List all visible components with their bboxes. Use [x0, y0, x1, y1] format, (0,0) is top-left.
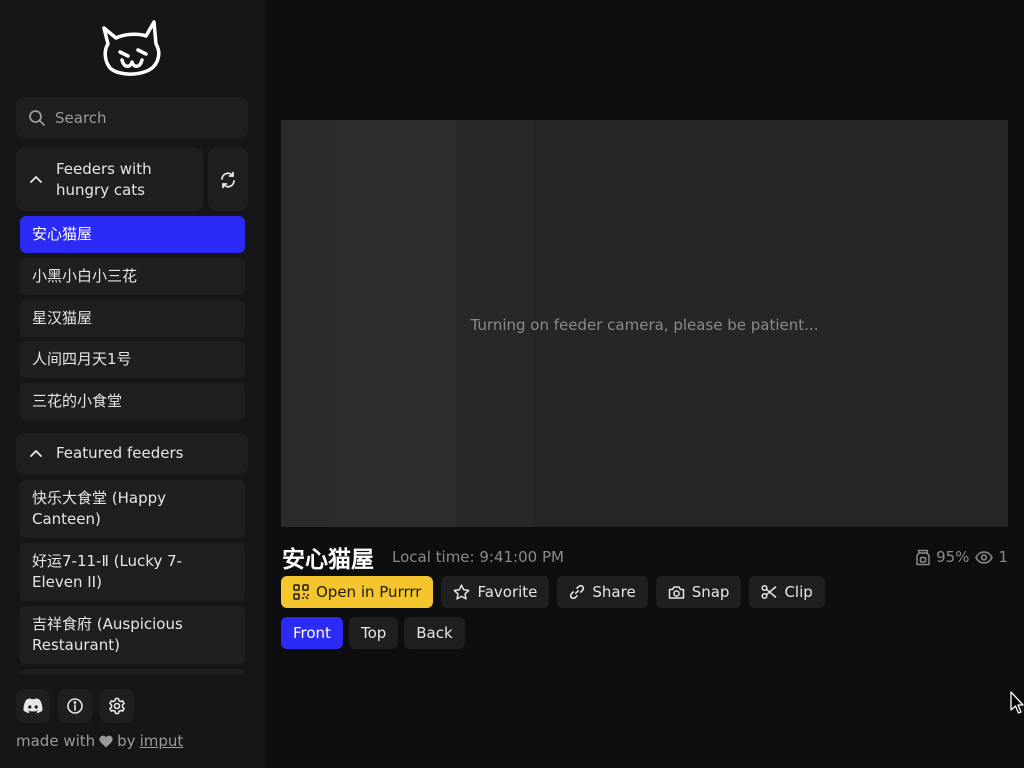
- eye-icon: [975, 550, 994, 564]
- view-back-button[interactable]: Back: [404, 617, 465, 649]
- search-input[interactable]: Search: [16, 97, 248, 138]
- scissors-icon: [761, 584, 777, 600]
- view-front-button[interactable]: Front: [281, 617, 343, 649]
- search-icon: [29, 109, 45, 126]
- section-hungry-cats-header[interactable]: Feeders with hungry cats: [16, 148, 203, 211]
- author-link[interactable]: imput: [140, 732, 184, 750]
- camera-viewer[interactable]: Turning on feeder camera, please be pati…: [281, 120, 1008, 527]
- featured-item[interactable]: 好运7-11-Ⅱ (Lucky 7- Eleven II): [20, 543, 245, 601]
- camera-icon: [668, 585, 684, 599]
- feeder-item[interactable]: 人间四月天1号: [20, 341, 245, 378]
- snap-button[interactable]: Snap: [655, 576, 742, 608]
- food-level: 95%: [915, 548, 969, 566]
- mouse-cursor-icon: [1010, 691, 1024, 714]
- refresh-button[interactable]: [208, 148, 248, 211]
- discord-icon: [23, 698, 43, 714]
- feeder-item[interactable]: 小黑小白小三花: [20, 258, 245, 295]
- clip-button[interactable]: Clip: [749, 576, 825, 608]
- open-in-purrrr-button[interactable]: Open in Purrrr: [281, 576, 434, 608]
- section-featured-header[interactable]: Featured feeders: [16, 433, 248, 474]
- food-bag-icon: [916, 549, 930, 565]
- feeder-stats: 95% 1: [915, 548, 1008, 566]
- featured-item[interactable]: 吉祥食府 (Auspicious Restaurant): [20, 606, 245, 664]
- feeder-title: 安心猫屋: [282, 547, 374, 573]
- made-with-credit: made with by imput: [16, 732, 184, 750]
- feeder-actions: Open in Purrrr Favorite Share Snap Clip: [281, 576, 825, 608]
- view-top-button[interactable]: Top: [348, 617, 399, 649]
- featured-list: 快乐大食堂 (Happy Canteen) 好运7-11-Ⅱ (Lucky 7- E…: [16, 476, 252, 674]
- feeder-item[interactable]: 安心猫屋: [20, 216, 245, 253]
- camera-status-text: Turning on feeder camera, please be pati…: [470, 316, 819, 334]
- section-hungry-cats-title: Feeders with hungry cats: [56, 159, 152, 199]
- qr-code-icon: [293, 584, 309, 600]
- settings-button[interactable]: [100, 689, 134, 723]
- refresh-icon: [221, 171, 235, 188]
- share-button[interactable]: Share: [557, 576, 648, 608]
- link-icon: [570, 584, 585, 600]
- favorite-button[interactable]: Favorite: [441, 576, 550, 608]
- camera-view-switcher: Front Top Back: [281, 617, 465, 649]
- discord-button[interactable]: [16, 689, 50, 723]
- local-time: Local time: 9:41:00 PM: [392, 548, 564, 566]
- info-icon: [67, 698, 83, 714]
- cat-logo-icon[interactable]: [98, 16, 168, 80]
- sidebar: Search Feeders with hungry cats 安心猫屋 小黑小…: [0, 0, 266, 768]
- heart-icon: [99, 735, 113, 747]
- star-icon: [454, 583, 470, 600]
- search-placeholder: Search: [55, 108, 107, 127]
- feeder-item[interactable]: 三花的小食堂: [20, 383, 245, 420]
- featured-item[interactable]: [20, 669, 245, 674]
- gear-icon: [109, 697, 125, 715]
- featured-item[interactable]: 快乐大食堂 (Happy Canteen): [20, 480, 245, 538]
- info-button[interactable]: [58, 689, 92, 723]
- viewer-count: 1: [975, 548, 1008, 566]
- chevron-up-icon: [16, 173, 56, 187]
- feeder-item[interactable]: 星汉猫屋: [20, 300, 245, 337]
- section-featured-title: Featured feeders: [56, 444, 184, 462]
- chevron-up-icon: [16, 447, 56, 461]
